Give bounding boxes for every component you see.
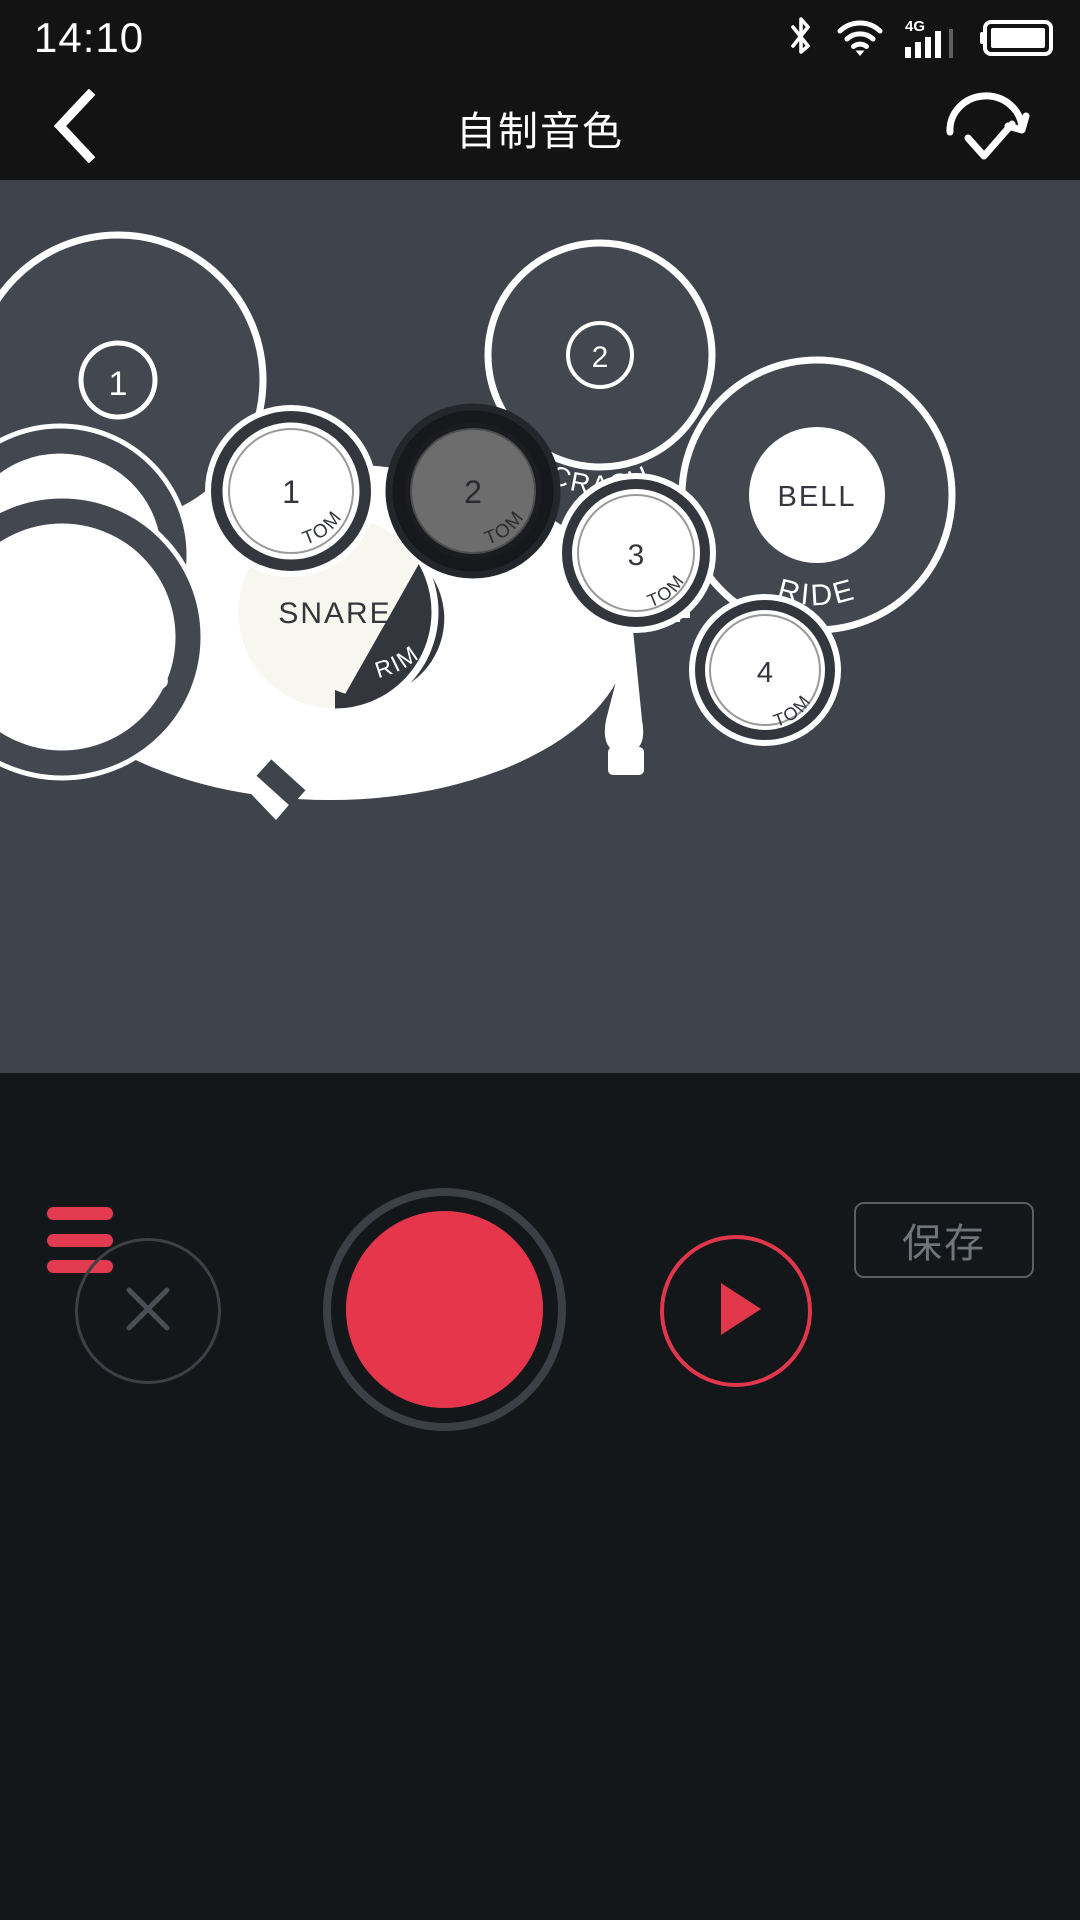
pad-bell[interactable]: BELL [749,427,885,563]
pad-bell-label: BELL [778,481,857,513]
status-icon-group: 4G [786,15,1054,61]
pad-snare-label: SNARE [278,597,391,630]
pad-tom3[interactable]: 3 TOM [556,473,716,633]
bluetooth-icon [786,15,816,61]
record-button[interactable] [323,1188,566,1431]
page-title: 自制音色 [456,109,624,155]
app-header: 自制音色 [0,76,1080,180]
battery-icon [980,18,1054,58]
save-button[interactable]: 保存 [854,1202,1034,1278]
pad-ride[interactable]: RIDE BELL [678,356,956,634]
network-type-label: 4G [905,18,925,35]
undo-button[interactable] [926,76,1046,180]
pad-tom4[interactable]: 4 TOM [689,594,841,746]
pad-tom4-number: 4 [757,657,773,689]
pad-crash2-number: 2 [592,341,609,374]
pad-tom1-number: 1 [282,474,300,510]
play-button[interactable] [660,1235,812,1387]
pad-tom2-number: 2 [464,474,482,510]
drum-kit-stage[interactable]: 1 CRASH 2 CRASH RIDE [0,180,1080,1073]
record-core [346,1211,543,1408]
pad-tom2[interactable]: 2 TOM [385,403,561,579]
pad-crash1-number: 1 [109,365,128,403]
record-circle-icon [346,1211,543,1408]
signal-4g-icon: 4G [904,16,960,60]
pad-tom3-number: 3 [628,539,645,572]
wifi-icon [836,18,884,58]
control-panel [0,1073,1080,1920]
status-clock: 14:10 [34,14,145,61]
drum-kit-illustration: 1 CRASH 2 CRASH RIDE [0,180,1080,1073]
app-screen: 14:10 4G 自制音色 1 2 CRA RIDE BELL HH CLOSE… [0,0,1080,1920]
status-bar: 14:10 4G [0,0,1080,76]
play-triangle-icon [699,1271,773,1352]
cancel-button[interactable] [75,1238,221,1384]
pad-tom1[interactable]: 1 TOM [205,405,377,577]
menu-bar-1 [47,1207,113,1220]
undo-check-icon [938,86,1034,171]
menu-bar-2 [47,1233,113,1247]
close-x-icon [111,1272,185,1351]
